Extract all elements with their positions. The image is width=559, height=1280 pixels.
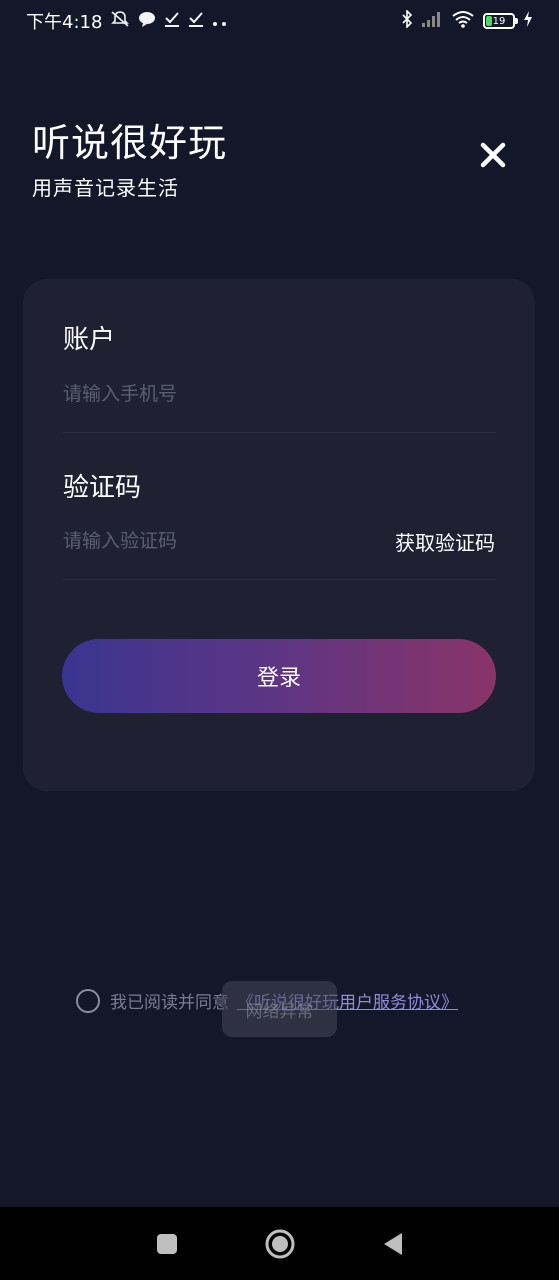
status-right: 19 bbox=[401, 8, 533, 33]
battery-level: 19 bbox=[492, 15, 506, 27]
home-button[interactable] bbox=[260, 1224, 300, 1264]
code-label: 验证码 bbox=[63, 473, 142, 503]
recents-icon bbox=[156, 1233, 177, 1254]
bluetooth-icon bbox=[401, 8, 413, 33]
page-subtitle: 用声音记录生活 bbox=[32, 176, 179, 200]
close-icon bbox=[480, 142, 506, 168]
check-icon bbox=[164, 11, 180, 31]
code-input[interactable] bbox=[63, 523, 363, 559]
battery-fill bbox=[486, 16, 492, 26]
battery-icon: 19 bbox=[483, 13, 518, 29]
wifi-icon bbox=[451, 10, 475, 33]
account-label: 账户 bbox=[63, 325, 116, 355]
page-title: 听说很好玩 bbox=[32, 121, 228, 165]
status-time: 下午4:18 bbox=[26, 12, 103, 33]
status-bar: 下午4:18 19 bbox=[0, 0, 559, 42]
more-dots-icon bbox=[212, 12, 228, 31]
agree-text: 我已阅读并同意 bbox=[110, 993, 229, 1013]
close-button[interactable] bbox=[472, 134, 514, 176]
login-screen: 下午4:18 19 听说很好玩 用声音记录生活 账户 请输入手机号 验证码 请输… bbox=[0, 0, 559, 1280]
nav-bar bbox=[0, 1207, 559, 1280]
check-icon bbox=[188, 11, 204, 31]
code-divider bbox=[63, 579, 496, 580]
login-button[interactable]: 登录 bbox=[62, 639, 496, 713]
toast: 网络异常 bbox=[222, 981, 337, 1037]
agree-radio[interactable] bbox=[76, 988, 100, 1013]
phone-input[interactable] bbox=[63, 376, 496, 412]
login-card: 账户 验证码 获取验证码 登录 bbox=[23, 279, 535, 791]
toast-text: 网络异常 bbox=[245, 1001, 314, 1022]
back-icon bbox=[383, 1232, 402, 1255]
signal-icon bbox=[421, 11, 443, 32]
get-code-button[interactable]: 获取验证码 bbox=[395, 527, 495, 556]
charging-icon bbox=[523, 10, 533, 32]
back-button[interactable] bbox=[373, 1224, 413, 1264]
status-left: 下午4:18 bbox=[26, 8, 228, 34]
chat-icon bbox=[138, 11, 156, 31]
home-icon bbox=[265, 1229, 294, 1258]
recents-button[interactable] bbox=[147, 1224, 187, 1264]
mute-icon bbox=[110, 10, 130, 32]
account-divider bbox=[63, 432, 496, 433]
